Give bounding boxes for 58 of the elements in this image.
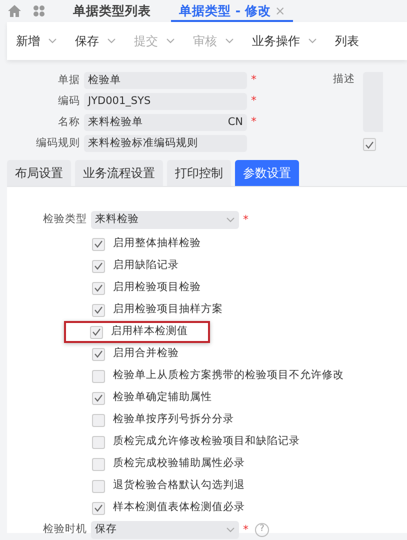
checkbox[interactable] — [92, 348, 105, 360]
checkbox-label: 退货检验合格默认勾选判退 — [113, 478, 245, 494]
home-icon — [8, 5, 21, 17]
checkbox-label: 质检完成允许修改检验项目和缺陷记录 — [113, 434, 300, 450]
input-field[interactable]: 检验单 — [84, 72, 247, 89]
required-mark: * — [243, 522, 250, 538]
checkbox[interactable] — [92, 414, 105, 426]
toolbar-button[interactable]: 列表 — [326, 32, 368, 50]
checkbox-label: 启用缺陷记录 — [113, 258, 179, 274]
field-label: 检验类型 — [42, 212, 87, 228]
checkbox[interactable] — [92, 458, 105, 470]
checkbox[interactable] — [92, 238, 105, 250]
checkbox-label: 样本检测值表体检测值必录 — [113, 500, 245, 516]
required-mark: * — [243, 212, 250, 228]
field-label: 检验时机 — [42, 522, 87, 538]
required-mark: * — [251, 114, 258, 130]
checkbox-label: 检验单确定辅助属性 — [113, 390, 212, 406]
field-label: 描述 — [333, 72, 355, 87]
input-field[interactable]: 来料检验标准编码规则 — [84, 135, 247, 152]
field-label: 名称 — [57, 114, 80, 130]
field-label: 单据 — [57, 72, 80, 88]
caret-icon — [226, 217, 235, 223]
checkbox[interactable] — [92, 392, 105, 404]
required-mark: * — [251, 93, 258, 110]
input-field[interactable]: 来料检验单 CN — [84, 114, 247, 131]
select-field[interactable]: 来料检验 — [91, 211, 239, 229]
section-tab[interactable]: 打印控制 — [167, 160, 231, 186]
apps-icon — [33, 5, 45, 17]
checkbox[interactable] — [92, 282, 105, 294]
toolbar-button[interactable]: 业务操作 — [243, 32, 326, 50]
checkbox[interactable] — [92, 304, 105, 316]
checkbox-label: 检验单上从质检方案携带的检验项目不允许修改 — [113, 368, 344, 384]
field-label: 编码 — [57, 94, 80, 109]
checkbox[interactable] — [92, 260, 105, 272]
checkbox-label: 启用合并检验 — [113, 346, 179, 362]
checkbox[interactable] — [90, 326, 103, 338]
toolbar-button[interactable]: 保存 — [66, 32, 125, 50]
field-label: 编码规则 — [35, 136, 80, 151]
checkbox-label: 启用检验项目抽样方案 — [113, 302, 223, 318]
checkbox-label: 质检完成校验辅助属性必录 — [113, 456, 245, 472]
section-tab[interactable]: 参数设置 — [235, 160, 299, 186]
checkbox-label: 启用检验项目检验 — [113, 280, 201, 296]
section-tab[interactable]: 业务流程设置 — [75, 160, 163, 186]
caret-icon — [226, 527, 235, 533]
checkbox-label: 启用样本检测值 — [111, 324, 188, 340]
required-mark: * — [251, 72, 258, 88]
select-field[interactable]: 保存 — [91, 521, 239, 539]
input-field[interactable]: JYD001_SYS — [84, 93, 247, 110]
toolbar-button[interactable]: 新增 — [7, 32, 66, 50]
checkbox[interactable] — [92, 370, 105, 382]
checkbox[interactable] — [363, 138, 376, 151]
checkbox[interactable] — [92, 480, 105, 492]
checkbox[interactable] — [92, 436, 105, 448]
section-tab[interactable]: 布局设置 — [7, 160, 71, 186]
checkbox[interactable] — [92, 502, 105, 514]
checkbox-label: 检验单按序列号拆分分录 — [113, 412, 234, 428]
checkbox-label: 启用整体抽样检验 — [113, 236, 201, 252]
page-tab[interactable]: 单据类型列表 — [65, 0, 159, 22]
